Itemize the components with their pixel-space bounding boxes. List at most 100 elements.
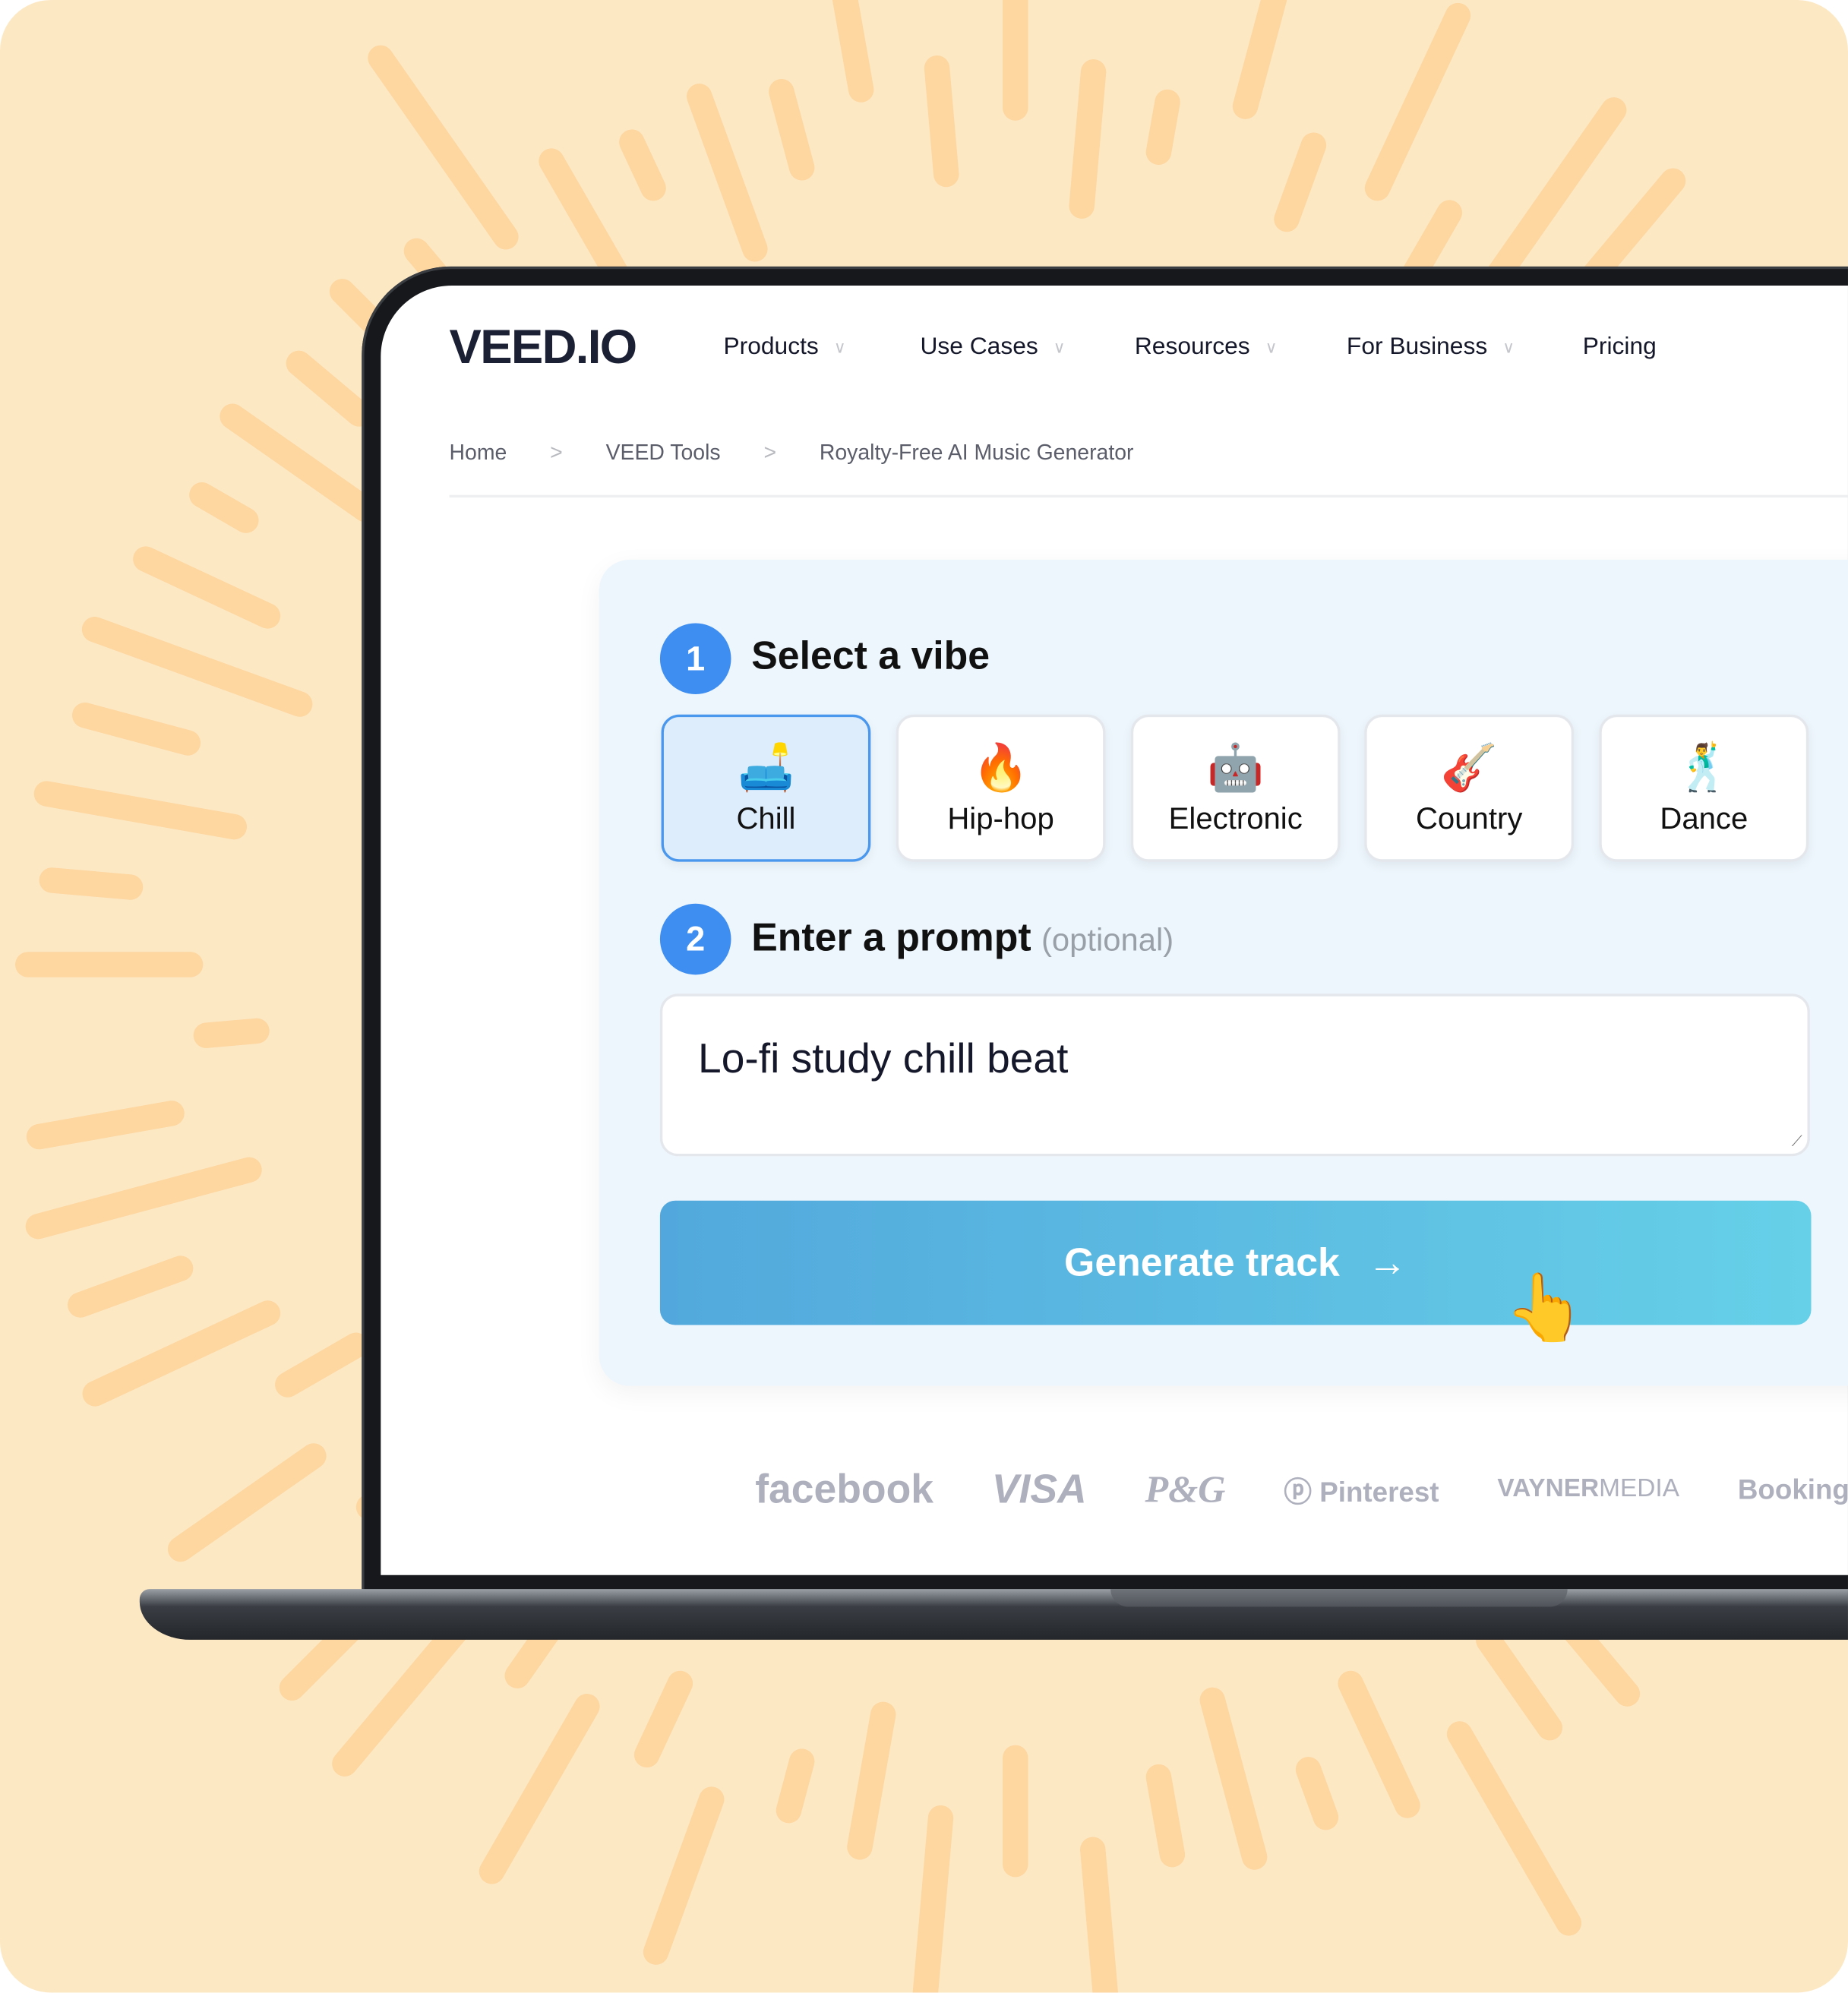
sound-bar [189, 482, 259, 533]
breadcrumb-chevron-icon: > [763, 440, 777, 465]
facebook-logo: facebook [755, 1466, 933, 1512]
client-logos: facebook VISA P&G ⓟ Pinterest VAYNERMEDI… [755, 1466, 1848, 1513]
sound-bar [133, 546, 281, 629]
nav-label: For Business [1346, 333, 1488, 361]
visa-logo: VISA [991, 1466, 1087, 1512]
sound-bar [776, 1748, 815, 1824]
sound-bar [539, 148, 632, 291]
prompt-value: Lo-fi study chill beat [698, 1034, 1069, 1082]
sound-bar [1274, 132, 1327, 232]
sound-bar [81, 617, 313, 717]
vibe-chill[interactable]: 🛋️ Chill [661, 714, 871, 862]
sound-bar [286, 350, 372, 427]
pg-logo: P&G [1145, 1467, 1226, 1510]
vibe-label: Country [1415, 802, 1523, 837]
couch-icon: 🛋️ [737, 741, 794, 794]
sound-bar [1295, 1757, 1339, 1830]
sound-bar [832, 0, 874, 103]
sound-bar [72, 702, 201, 756]
laptop-base [139, 1589, 1848, 1640]
vibe-electronic[interactable]: 🤖 Electronic [1130, 714, 1341, 862]
fire-icon: 🔥 [972, 741, 1030, 794]
sound-bar [1145, 89, 1180, 166]
chevron-down-icon: ∨ [1053, 337, 1066, 357]
sound-bar [368, 45, 519, 250]
vaynermedia-logo: VAYNERMEDIA [1497, 1475, 1679, 1504]
step-2-badge: 2 [659, 903, 731, 975]
guitar-icon: 🎸 [1440, 741, 1498, 794]
sound-bar [687, 84, 768, 262]
sound-bar [769, 79, 815, 181]
sound-bar [1199, 1687, 1268, 1870]
prompt-textarea[interactable]: Lo-fi study chill beat ⟋ [659, 993, 1810, 1157]
sound-bar [1069, 59, 1107, 219]
nav-label: Products [723, 333, 819, 361]
step-2-label: Enter a prompt [751, 914, 1031, 960]
sound-bar [1080, 1837, 1118, 1993]
chevron-down-icon: ∨ [833, 337, 846, 357]
sound-bar [220, 403, 379, 523]
veed-logo[interactable]: VEED.IO [450, 321, 638, 376]
sound-bar [847, 1701, 896, 1860]
nav-label: Pricing [1582, 333, 1657, 361]
sound-bar [1338, 1670, 1420, 1818]
sound-bar [633, 1670, 693, 1768]
sound-bar [193, 1018, 270, 1048]
sound-bar [1446, 1721, 1582, 1936]
sound-bar [1145, 1764, 1186, 1868]
nav-label: Use Cases [920, 333, 1038, 361]
sound-bar [275, 1332, 369, 1398]
generate-track-button[interactable]: Generate track → [659, 1200, 1812, 1325]
arrow-right-icon: → [1367, 1240, 1407, 1285]
nav-pricing[interactable]: Pricing [1583, 333, 1657, 362]
step-1-title: Select a vibe [751, 633, 990, 678]
sound-bar [82, 1300, 281, 1407]
robot-icon: 🤖 [1207, 741, 1265, 794]
nav-label: Resources [1134, 333, 1250, 361]
sound-bar [643, 1786, 725, 1965]
nav-resources[interactable]: Resources ∨ [1135, 333, 1278, 362]
sound-bar [1364, 2, 1471, 201]
breadcrumb-chevron-icon: > [550, 440, 563, 465]
booking-logo: Booking.co [1737, 1473, 1848, 1505]
breadcrumb: Home > VEED Tools > Royalty-Free AI Musi… [450, 441, 1134, 466]
chevron-down-icon: ∨ [1265, 337, 1278, 357]
optional-hint: (optional) [1041, 922, 1174, 959]
sound-bar [1476, 1627, 1563, 1741]
dancer-icon: 🕺 [1675, 741, 1733, 794]
sound-bar [39, 867, 144, 900]
sound-bar [33, 781, 248, 840]
breadcrumb-home[interactable]: Home [450, 441, 507, 466]
hand-pointer-icon: 👆 [1504, 1271, 1587, 1346]
music-generator-panel: 1 Select a vibe 🛋️ Chill 🔥 Hip-hop 🤖 Electr… [599, 559, 1848, 1386]
vibe-label: Electronic [1168, 802, 1303, 837]
sound-bar [68, 1255, 194, 1318]
pinterest-logo: ⓟ Pinterest [1284, 1475, 1439, 1508]
vibe-dance[interactable]: 🕺 Dance [1599, 714, 1809, 862]
sound-bar [924, 55, 959, 188]
vibe-hip-hop[interactable]: 🔥 Hip-hop [896, 714, 1106, 862]
sound-bar [25, 1157, 262, 1240]
vibe-country[interactable]: 🎸 Country [1364, 714, 1575, 862]
nav-use-cases[interactable]: Use Cases ∨ [920, 333, 1065, 362]
breadcrumb-veed-tools[interactable]: VEED Tools [606, 441, 721, 466]
sound-bar [26, 1101, 185, 1150]
laptop-screen: VEED.IO Products ∨ Use Cases ∨ Resources ∨ … [381, 285, 1848, 1575]
resize-handle-icon[interactable]: ⟋ [1792, 1132, 1802, 1151]
sound-bar [167, 1443, 327, 1562]
nav-products[interactable]: Products ∨ [723, 333, 845, 362]
vibe-label: Dance [1660, 802, 1748, 837]
divider [449, 494, 1848, 498]
vibe-label: Chill [736, 802, 796, 837]
sound-bar [619, 129, 666, 201]
promo-canvas: VEED.IO Products ∨ Use Cases ∨ Resources ∨ … [0, 0, 1848, 1993]
sound-bar [1232, 0, 1287, 119]
laptop-notch [1110, 1589, 1568, 1607]
sound-bar [479, 1694, 600, 1884]
generate-label: Generate track [1064, 1240, 1340, 1285]
vayner-text: VAYNER [1497, 1474, 1600, 1503]
step-2-title: Enter a prompt (optional) [751, 915, 1174, 961]
breadcrumb-current: Royalty-Free AI Music Generator [819, 440, 1134, 465]
pinterest-text: Pinterest [1319, 1475, 1439, 1508]
nav-for-business[interactable]: For Business ∨ [1347, 333, 1515, 362]
